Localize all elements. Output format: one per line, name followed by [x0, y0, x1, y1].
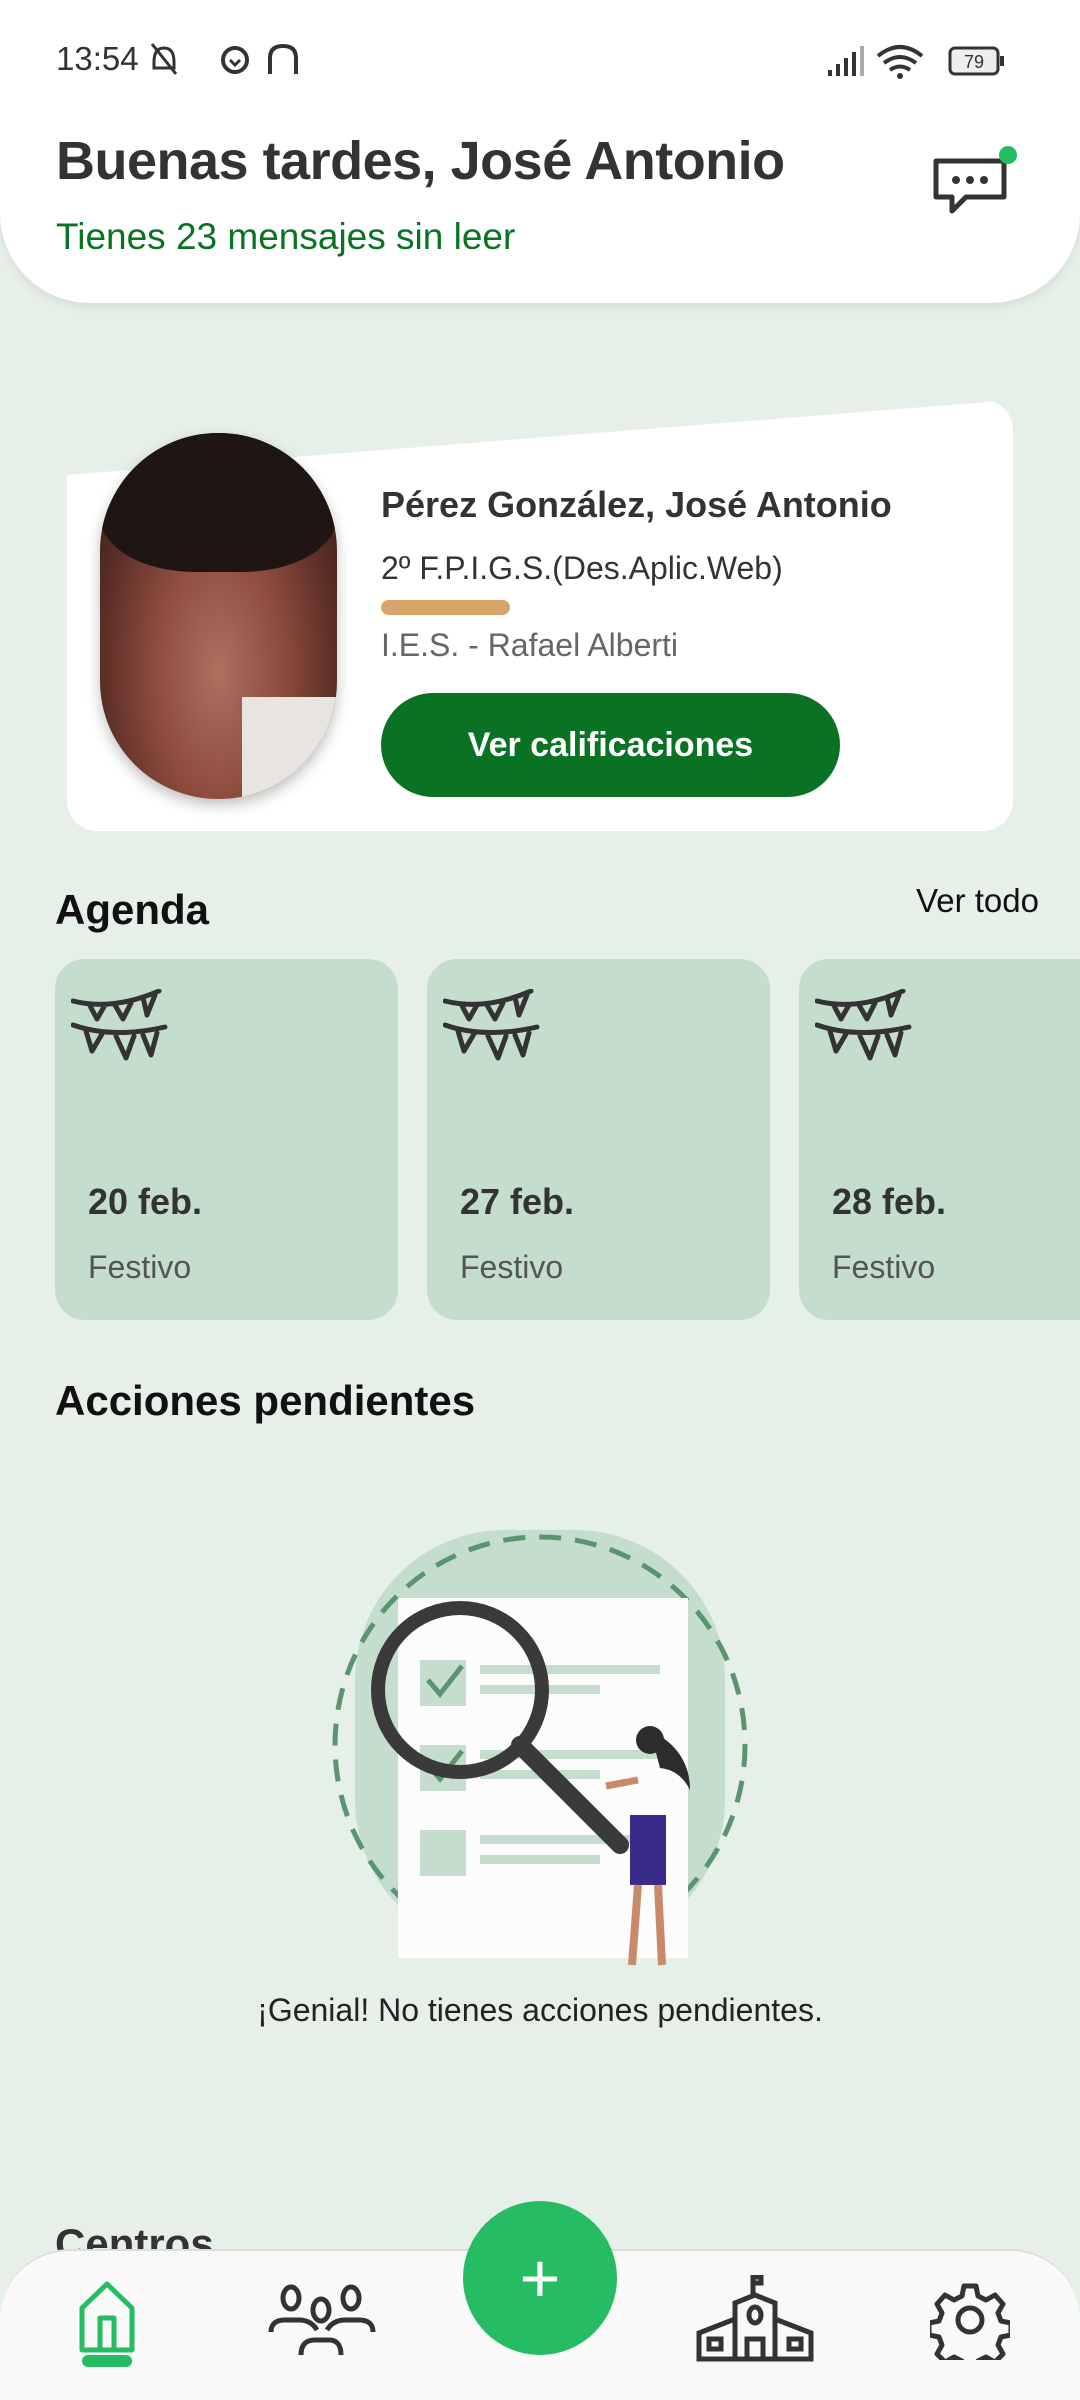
event-type: Festivo: [460, 1249, 564, 1285]
student-photo: [100, 433, 337, 799]
event-date: 27 feb.: [460, 1181, 575, 1222]
messages-icon[interactable]: [930, 145, 1020, 225]
home-icon: [79, 2281, 135, 2353]
no-pending-actions-text: ¡Genial! No tienes acciones pendientes.: [257, 1992, 823, 2028]
status-notification-icons: [150, 43, 298, 75]
student-name: Pérez González, José Antonio: [381, 484, 892, 525]
nav-students[interactable]: [262, 2270, 382, 2370]
bunting-icon: [815, 989, 912, 1061]
bunting-icon: [71, 989, 168, 1061]
nav-settings[interactable]: [910, 2270, 1030, 2370]
empty-state-illustration: [332, 1530, 748, 1966]
agenda-event-card[interactable]: 20 feb. Festivo: [55, 959, 398, 1320]
unread-messages-text[interactable]: Tienes 23 mensajes sin leer: [56, 216, 515, 258]
see-all-link[interactable]: Ver todo: [880, 882, 1039, 920]
add-button[interactable]: +: [463, 2201, 617, 2355]
active-tab-indicator: [82, 2355, 132, 2367]
event-date: 28 feb.: [832, 1181, 947, 1222]
agenda-heading: Agenda: [55, 886, 210, 933]
event-type: Festivo: [88, 1249, 192, 1285]
battery-level: 79: [964, 52, 984, 72]
status-system-icons: 79: [828, 45, 1004, 79]
view-grades-button[interactable]: Ver calificaciones: [381, 693, 840, 797]
event-type: Festivo: [832, 1249, 936, 1285]
course-color-bar: [381, 600, 510, 615]
event-date: 20 feb.: [88, 1181, 203, 1222]
school-icon: [696, 2275, 814, 2362]
agenda-event-card[interactable]: 28 feb. Festivo: [799, 959, 1080, 1320]
plus-icon: +: [519, 2239, 561, 2317]
gear-icon: [930, 2283, 1010, 2360]
status-time: 13:54: [56, 40, 139, 77]
student-course: 2º F.P.I.G.S.(Des.Aplic.Web): [381, 550, 783, 586]
student-school: I.E.S. - Rafael Alberti: [381, 627, 679, 663]
nav-school[interactable]: [695, 2270, 815, 2370]
bunting-icon: [443, 989, 540, 1061]
people-icon: [268, 2284, 376, 2356]
agenda-event-card[interactable]: 27 feb. Festivo: [427, 959, 770, 1320]
pending-actions-heading: Acciones pendientes: [55, 1377, 476, 1424]
unread-badge: [999, 146, 1017, 164]
greeting-title: Buenas tardes, José Antonio: [56, 131, 785, 191]
